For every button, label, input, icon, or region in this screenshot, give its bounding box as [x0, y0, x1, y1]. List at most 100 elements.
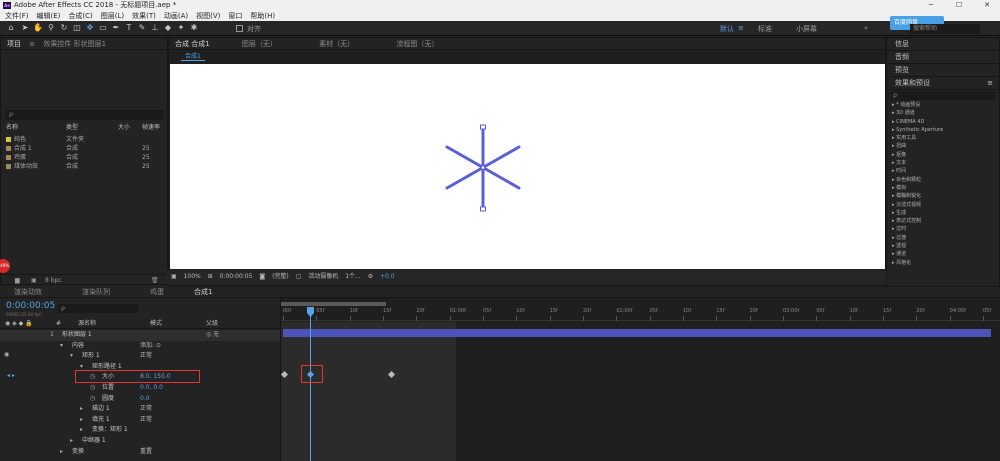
zoom-select[interactable]: 100% [184, 273, 201, 280]
render-icon[interactable]: ⚙ [368, 273, 373, 280]
menu-layer[interactable]: 图层(L) [101, 12, 124, 20]
effect-category[interactable]: ▸ 3D 通道 [887, 109, 999, 117]
effect-category[interactable]: ▸ 通道 [887, 250, 999, 258]
hand-tool-icon[interactable]: ✋ [33, 23, 43, 33]
tab-footage[interactable]: 素材（无） [319, 40, 354, 48]
layer-property-row[interactable]: ▸ 填充 1 正常 [0, 415, 280, 426]
effect-category[interactable]: ▸ 表达式控制 [887, 217, 999, 225]
effect-category[interactable]: ▸ * 动画预设 [887, 101, 999, 109]
effects-presets-title[interactable]: 效果和预设 [895, 79, 930, 87]
menu-effect[interactable]: 效果(T) [132, 12, 156, 20]
av-switch-icons[interactable]: ◉ ◈ ◆ 🔒 [5, 319, 33, 329]
menu-help[interactable]: 帮助(H) [250, 12, 275, 20]
resolution-select[interactable]: (完整) [272, 273, 289, 280]
menu-view[interactable]: 视图(V) [196, 12, 220, 20]
tab-render-queue[interactable]: 渲染队列 [82, 287, 110, 298]
effect-category[interactable]: ▸ 生成 [887, 209, 999, 217]
menu-window[interactable]: 窗口 [228, 12, 242, 20]
col-type[interactable]: 类型 [66, 124, 78, 132]
project-item[interactable]: 鸡蛋 合成 25 [6, 154, 166, 162]
project-menu-icon[interactable]: ≡ [29, 40, 35, 48]
menu-animation[interactable]: 动画(A) [164, 12, 188, 20]
anchor-point[interactable] [480, 165, 486, 170]
menu-edit[interactable]: 编辑(E) [37, 12, 61, 20]
col-fps[interactable]: 帧速率 [142, 124, 160, 132]
grid-icon[interactable]: ⊞ [208, 273, 213, 280]
clone-tool-icon[interactable]: ⊥ [150, 23, 160, 33]
row-value[interactable]: 正常 [140, 404, 152, 415]
views-select[interactable]: 1个... [345, 273, 361, 280]
work-area-bar[interactable] [281, 302, 386, 306]
close-button[interactable]: ✕ [976, 0, 998, 11]
puppet-tool-icon[interactable]: ✱ [189, 23, 199, 33]
workspace-menu-icon[interactable]: ≡ [738, 24, 744, 32]
timeline-search-input[interactable]: ρ· [58, 304, 138, 313]
eye-icon[interactable]: ◉ [4, 351, 9, 358]
eraser-tool-icon[interactable]: ◆ [163, 23, 173, 33]
layer-duration-bar[interactable] [283, 329, 991, 337]
effect-category[interactable]: ▸ 过渡 [887, 234, 999, 242]
row-value[interactable]: 正常 [140, 351, 152, 362]
row-value[interactable]: 0.0 [140, 394, 150, 405]
selection-tool-icon[interactable]: ➤ [20, 23, 30, 33]
trash-icon[interactable]: 🗑 [151, 275, 159, 287]
row-twirl[interactable]: ▾ [60, 341, 63, 352]
col-name[interactable]: 名称 [6, 124, 18, 131]
row-twirl[interactable]: ▸ [80, 425, 83, 436]
region-icon[interactable]: ▢ [296, 273, 302, 280]
top-handle[interactable] [480, 124, 486, 130]
effects-search-input[interactable]: ρ· [891, 91, 995, 100]
col-mode[interactable]: 模式 [150, 319, 162, 329]
tab-layer[interactable]: 图层（无） [242, 40, 277, 48]
layer-property-row[interactable]: ◷ 位置 0.0, 0.0 [0, 383, 280, 394]
info-panel-label[interactable]: 信息 [887, 38, 999, 51]
camera-select[interactable]: 活动摄像机 [308, 273, 338, 280]
exposure-value[interactable]: +0.0 [380, 273, 395, 280]
effect-category[interactable]: ▸ 模糊和锐化 [887, 192, 999, 200]
effect-category[interactable]: ▸ 模拟 [887, 184, 999, 192]
workspace-standard[interactable]: 标准 [758, 24, 772, 34]
comp-breadcrumb[interactable]: 合成1 [181, 52, 205, 61]
time-ruler[interactable]: 00f 05f 10f 15f 20f 01:00f 05f 10f 15f 20f 02:00f 0… [281, 307, 1000, 321]
search-help-input[interactable]: 搜索帮助 [910, 24, 980, 34]
effect-category[interactable]: ▸ 抠像 [887, 151, 999, 159]
shape-tool-icon[interactable]: ▭ [98, 23, 108, 33]
col-parent[interactable]: 父级 [206, 319, 218, 329]
magnify-icon[interactable]: ▣ [171, 273, 177, 280]
folder-icon[interactable]: ▆ [15, 275, 20, 287]
project-item[interactable]: 纯色 文件夹 [6, 136, 166, 144]
tab-egg[interactable]: 鸡蛋 [150, 287, 164, 298]
project-item[interactable]: 合成 1 合成 25 [6, 145, 166, 153]
effect-category[interactable]: ▸ 扭曲 [887, 142, 999, 150]
layer-property-row[interactable]: ◷ 圆度 0.0 [0, 394, 280, 405]
row-twirl[interactable]: ▸ [80, 415, 83, 426]
effect-category[interactable]: ▸ 实用工具 [887, 134, 999, 142]
project-search-input[interactable]: ρ· [6, 110, 164, 120]
camera-tool-icon[interactable]: ◫ [72, 23, 82, 33]
menu-file[interactable]: 文件(F) [5, 12, 29, 20]
row-twirl[interactable]: ▸ [60, 447, 63, 458]
layer-property-row[interactable]: ▸ 描边 1 正常 [0, 404, 280, 415]
workspace-default[interactable]: 默认 [720, 24, 734, 34]
row-twirl[interactable]: ▸ [70, 436, 73, 447]
new-comp-icon[interactable]: ▣ [31, 275, 37, 287]
anchor-tool-icon[interactable]: ✥ [85, 23, 95, 33]
workspace-more-icon[interactable]: » [864, 24, 868, 32]
zoom-tool-icon[interactable]: ⚲ [46, 23, 56, 33]
effect-category[interactable]: ▸ 杂色和颗粒 [887, 176, 999, 184]
col-source-name[interactable]: 源名称 [78, 319, 96, 329]
viewer-timecode[interactable]: 0:00:00:05 [220, 273, 253, 280]
bpc-label[interactable]: 8 bpc [45, 275, 62, 287]
tab-composition[interactable]: 合成 合成1 [175, 40, 210, 48]
tab-effect-controls[interactable]: 效果控件 形状图层1 [43, 40, 106, 48]
row-twirl[interactable]: ◷ [90, 394, 95, 405]
snap-checkbox[interactable] [236, 25, 243, 32]
row-value[interactable]: 重置 [140, 447, 152, 458]
row-parent[interactable]: ◎ 无 [206, 330, 219, 341]
timeline-timecode[interactable]: 0:00:00:05 [6, 301, 55, 311]
audio-panel-label[interactable]: 音频 [887, 51, 999, 64]
rotate-tool-icon[interactable]: ↻ [59, 23, 69, 33]
composition-canvas[interactable] [170, 64, 885, 269]
keyframe-nav-arrows[interactable]: ◂ ▸ [7, 372, 15, 379]
row-twirl[interactable]: ▾ [70, 351, 73, 362]
